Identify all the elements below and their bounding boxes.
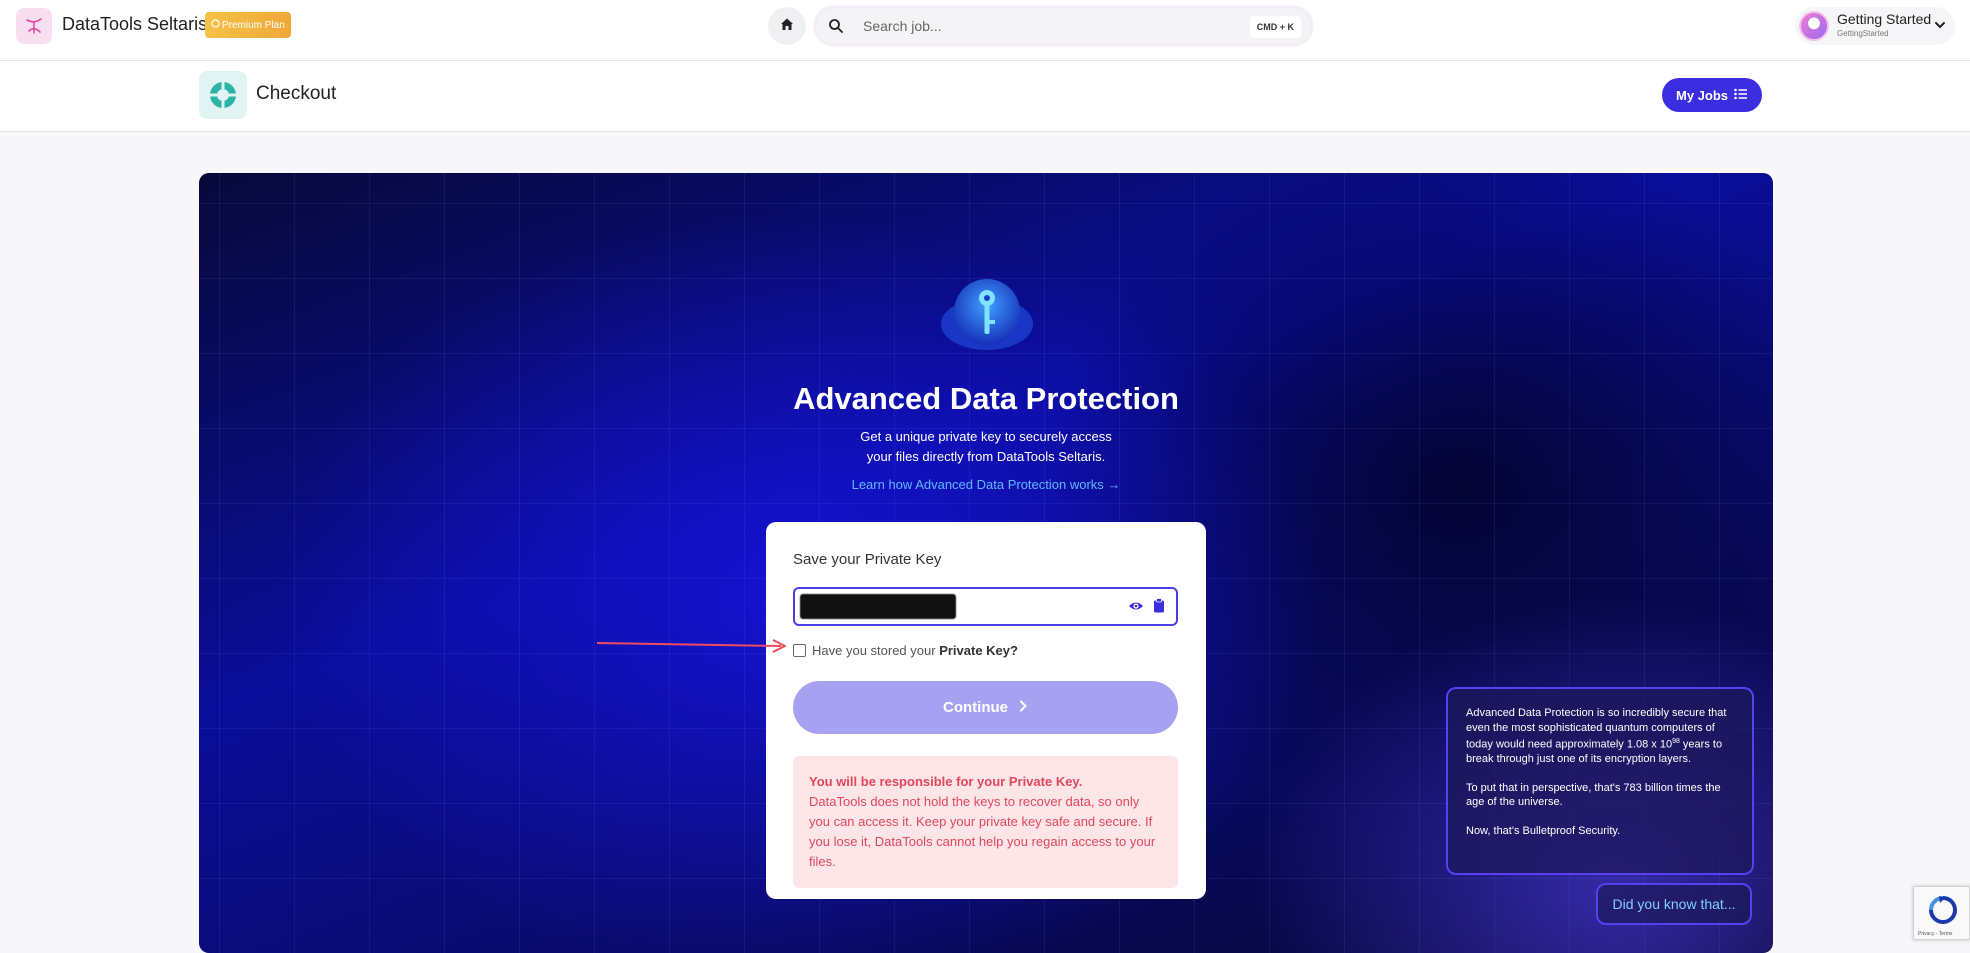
premium-plan-badge[interactable]: Premium Plan (205, 12, 291, 38)
recaptcha-terms[interactable]: Privacy - Terms (1918, 931, 1952, 937)
avatar (1799, 11, 1829, 41)
recaptcha-badge[interactable]: Privacy - Terms (1913, 886, 1970, 940)
brand-name[interactable]: DataTools Seltaris (62, 14, 207, 35)
search-bar[interactable]: CMD + K (815, 7, 1312, 45)
warning-body: DataTools does not hold the keys to reco… (809, 794, 1156, 869)
security-fact-paragraph-1: Advanced Data Protection is so incredibl… (1466, 706, 1734, 767)
private-key-label: Save your Private Key (793, 551, 942, 568)
logo-icon[interactable] (16, 8, 52, 44)
private-key-value-redacted (800, 594, 956, 619)
search-shortcut: CMD + K (1249, 16, 1301, 38)
clipboard-icon[interactable] (1153, 598, 1165, 618)
hero-description: Get a unique private key to securely acc… (811, 427, 1161, 467)
security-fact-box: Advanced Data Protection is so incredibl… (1446, 687, 1754, 875)
user-menu[interactable]: Getting Started GettingStarted (1795, 7, 1955, 45)
top-navbar: DataTools Seltaris Premium Plan CMD + K … (0, 0, 1970, 61)
eye-icon[interactable] (1128, 599, 1144, 618)
continue-button[interactable]: Continue (793, 681, 1178, 734)
stored-key-confirmation[interactable]: Have you stored your Private Key? (793, 640, 1018, 660)
continue-label: Continue (943, 699, 1008, 716)
page-title: Checkout (256, 83, 337, 104)
recaptcha-icon (1928, 895, 1958, 930)
security-fact-paragraph-3: Now, that's Bulletproof Security. (1466, 824, 1621, 837)
learn-more-link[interactable]: Learn how Advanced Data Protection works… (199, 477, 1773, 492)
private-key-field[interactable] (793, 587, 1178, 626)
home-button[interactable] (768, 7, 806, 45)
chevron-down-icon (1933, 18, 1947, 37)
annotation-arrow (596, 639, 786, 653)
checkbox-label-prefix: Have you stored your (812, 642, 940, 658)
shield-key-icon (932, 276, 1042, 363)
search-icon (828, 18, 844, 39)
hero-description-line-1: Get a unique private key to securely acc… (860, 429, 1112, 444)
advanced-data-protection-panel: Advanced Data Protection Get a unique pr… (199, 173, 1773, 953)
my-jobs-button[interactable]: My Jobs (1662, 78, 1763, 112)
security-fact-paragraph-2: To put that in perspective, that's 783 b… (1466, 781, 1721, 809)
private-key-card: Save your Private Key Have you stored yo… (766, 522, 1206, 899)
hero-title: Advanced Data Protection (793, 381, 1179, 416)
page-header: Checkout My Jobs (0, 61, 1970, 132)
hero-description-line-2: your files directly from DataTools Selta… (866, 449, 1106, 464)
responsibility-warning: You will be responsible for your Private… (793, 756, 1178, 888)
plan-badge-label: Premium Plan (222, 19, 285, 31)
search-input[interactable] (863, 14, 1223, 38)
warning-title: You will be responsible for your Private… (809, 774, 1083, 789)
fact-exponent: 98 (1672, 738, 1680, 745)
list-icon (1734, 88, 1748, 103)
checkout-logo-icon (199, 71, 247, 119)
home-icon (779, 16, 795, 37)
user-subtitle: GettingStarted (1837, 29, 1889, 38)
user-name: Getting Started (1837, 11, 1932, 27)
my-jobs-label: My Jobs (1676, 87, 1729, 103)
crown-icon (211, 19, 220, 31)
chevron-right-icon (1018, 699, 1028, 716)
checkbox-label-bold: Private Key? (939, 642, 1018, 658)
checkbox-label: Have you stored your Private Key? (812, 643, 1018, 658)
did-you-know-button[interactable]: Did you know that... (1596, 883, 1752, 925)
